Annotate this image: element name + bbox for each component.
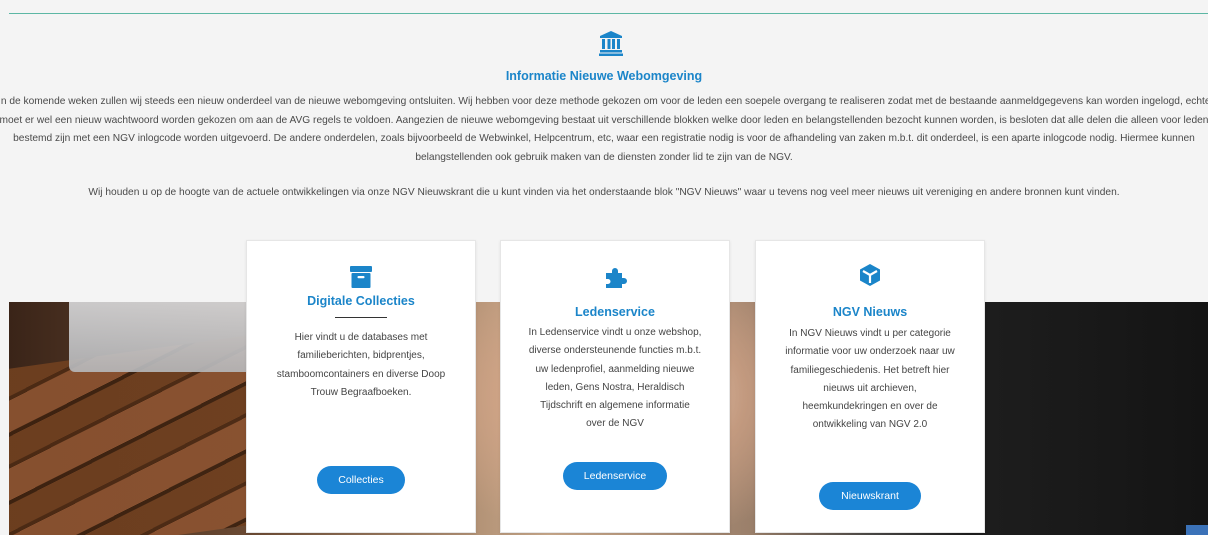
- card-body: Hier vindt u de databases met familieber…: [265, 329, 457, 402]
- card-body-line: Hier vindt u de databases met: [294, 332, 428, 343]
- info-paragraph-line: bestemd zijn met een NGV inlogcode worde…: [13, 133, 1195, 145]
- card-body-line: uw ledenprofiel, aanmelding nieuwe: [535, 363, 695, 375]
- card-body-line: diverse ondersteunende functies m.b.t.: [528, 345, 702, 357]
- card-body-line: nieuws uit archieven,: [823, 382, 917, 394]
- card-title: Digitale Collecties: [307, 294, 415, 308]
- card-title: NGV Nieuws: [832, 305, 908, 319]
- card-body-line: over de NGV: [586, 418, 644, 430]
- top-divider: [9, 13, 1208, 14]
- info-paragraph-line: belangstellenden ook gebruik maken van d…: [415, 152, 793, 164]
- card-body-line: familiegeschiedenis. Het betreft hier: [790, 364, 950, 376]
- card-body-line: Trouw Begraafboeken.: [310, 386, 412, 398]
- card-title: Ledenservice: [575, 305, 655, 319]
- card-body-line: stamboomcontainers en diverse Doop: [276, 368, 446, 380]
- card-body-line: heemkundekringen en over de: [802, 401, 938, 413]
- card-body: In Ledenservice vindt u onze webshop, di…: [519, 324, 711, 434]
- collecties-button[interactable]: Collecties: [317, 466, 405, 494]
- card-body-line: In NGV Nieuws vindt u per categorie: [789, 328, 951, 339]
- info-paragraph-line: moet er wel een nieuw wachtwoord worden …: [0, 114, 1208, 126]
- card-body: In NGV Nieuws vindt u per categorie info…: [774, 325, 966, 435]
- info-paragraph-2: Wij houden u op de hoogte van de actuele…: [88, 187, 1120, 198]
- card-body-line: leden, Gens Nostra, Heraldisch: [545, 381, 685, 393]
- info-paragraph-line: In de komende weken zullen wij steeds ee…: [0, 96, 1208, 107]
- card-body-line: ontwikkeling van NGV 2.0: [812, 419, 928, 431]
- card-ngv-nieuws: NGV Nieuws In NGV Nieuws vindt u per cat…: [755, 240, 985, 533]
- info-paragraph: In de komende weken zullen wij steeds ee…: [0, 93, 1208, 168]
- card-body-line: Tijdschrift en algemene informatie: [540, 400, 690, 412]
- card-body-line: In Ledenservice vindt u onze webshop,: [528, 327, 702, 338]
- archive-box-icon: [350, 266, 372, 288]
- info-title: Informatie Nieuwe Webomgeving: [505, 69, 703, 83]
- puzzle-piece-icon: [606, 268, 627, 288]
- cube-icon: [860, 264, 880, 286]
- card-ledenservice: Ledenservice In Ledenservice vindt u onz…: [500, 240, 730, 533]
- institution-icon: [599, 31, 623, 56]
- card-body-line: informatie voor uw onderzoek naar uw: [785, 346, 955, 358]
- corner-badge[interactable]: [1186, 525, 1208, 535]
- title-underline: [335, 317, 387, 318]
- card-body-line: familieberichten, bidprentjes,: [297, 350, 425, 362]
- ledenservice-button[interactable]: Ledenservice: [563, 462, 667, 490]
- nieuwskrant-button[interactable]: Nieuwskrant: [819, 482, 921, 510]
- card-digitale-collecties: Digitale Collecties Hier vindt u de data…: [246, 240, 476, 533]
- laptop-image: [69, 302, 269, 372]
